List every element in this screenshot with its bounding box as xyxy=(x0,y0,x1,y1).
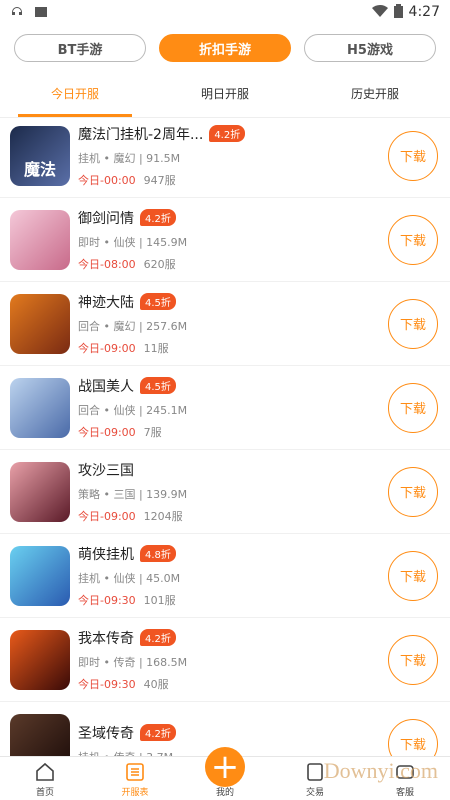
open-time: 今日-08:00 xyxy=(78,257,136,271)
list-item[interactable]: 御剑问情 4.2折即时 • 仙侠 | 145.9M 今日-08:00 620服 下载 xyxy=(0,198,450,282)
list-item[interactable]: 攻沙三国策略 • 三国 | 139.9M 今日-09:00 1204服 下载 xyxy=(0,450,450,534)
list-item[interactable]: 魔法 魔法门挂机-2周年... 4.2折挂机 • 魔幻 | 91.5M 今日-00:0… xyxy=(0,114,450,198)
headset-icon xyxy=(10,3,24,22)
open-time: 今日-09:00 xyxy=(78,425,136,439)
home-icon xyxy=(36,762,54,781)
list-item[interactable]: 战国美人 4.5折回合 • 仙侠 | 245.1M 今日-09:00 7服 下载 xyxy=(0,366,450,450)
discount-games-button[interactable]: 折扣手游 xyxy=(159,34,291,62)
status-time: 4:27 xyxy=(408,4,440,20)
game-info: 攻沙三国策略 • 三国 | 139.9M 今日-09:00 1204服 xyxy=(78,460,388,524)
game-icon[interactable] xyxy=(10,377,70,438)
game-icon[interactable] xyxy=(10,461,70,522)
server-number: 7服 xyxy=(143,425,162,439)
tabbar-home[interactable]: 首页 xyxy=(0,757,90,800)
download-button[interactable]: 下载 xyxy=(388,214,438,265)
game-meta: 挂机 • 仙侠 | 45.0M xyxy=(78,571,181,585)
game-name: 战国美人 xyxy=(78,378,134,395)
game-info: 神迹大陆 4.5折回合 • 魔幻 | 257.6M 今日-09:00 11服 xyxy=(78,292,388,356)
game-icon[interactable]: 魔法 xyxy=(10,125,70,186)
game-name: 神迹大陆 xyxy=(78,294,134,311)
discount-badge: 4.5折 xyxy=(140,377,176,394)
game-icon[interactable] xyxy=(10,293,70,354)
discount-badge: 4.2折 xyxy=(140,724,176,741)
list-item[interactable]: 萌侠挂机 4.8折挂机 • 仙侠 | 45.0M 今日-09:30 101服 下载 xyxy=(0,534,450,618)
game-info: 魔法门挂机-2周年... 4.2折挂机 • 魔幻 | 91.5M 今日-00:00 9… xyxy=(78,124,388,188)
wifi-icon xyxy=(371,3,388,22)
tab-history[interactable]: 历史开服 xyxy=(300,70,450,117)
status-bar: 4:27 xyxy=(0,0,450,24)
game-icon[interactable] xyxy=(10,713,70,756)
tabbar-service-label: 客服 xyxy=(395,788,414,798)
server-number: 620服 xyxy=(143,257,176,271)
game-icon[interactable] xyxy=(10,545,70,606)
game-name: 圣域传奇 xyxy=(78,725,134,742)
game-name: 我本传奇 xyxy=(78,630,134,647)
game-info: 战国美人 4.5折回合 • 仙侠 | 245.1M 今日-09:00 7服 xyxy=(78,376,388,440)
game-icon[interactable] xyxy=(10,209,70,270)
discount-badge: 4.2折 xyxy=(140,629,176,646)
tabbar-trade-label: 交易 xyxy=(305,788,324,798)
bt-games-button[interactable]: BT手游 xyxy=(14,34,146,62)
game-icon[interactable] xyxy=(10,629,70,690)
server-number: 101服 xyxy=(143,593,176,607)
game-meta: 即时 • 仙侠 | 145.9M xyxy=(78,235,188,249)
list-item[interactable]: 神迹大陆 4.5折回合 • 魔幻 | 257.6M 今日-09:00 11服 下载 xyxy=(0,282,450,366)
server-number: 947服 xyxy=(143,173,176,187)
game-info: 萌侠挂机 4.8折挂机 • 仙侠 | 45.0M 今日-09:30 101服 xyxy=(78,544,388,608)
list-icon xyxy=(126,763,144,781)
server-number: 11服 xyxy=(143,341,169,355)
game-meta: 回合 • 仙侠 | 245.1M xyxy=(78,403,188,417)
tab-today[interactable]: 今日开服 xyxy=(0,70,150,117)
trade-icon xyxy=(307,763,323,781)
tabbar-server-list[interactable]: 开服表 xyxy=(90,757,180,800)
download-button[interactable]: 下载 xyxy=(388,550,438,601)
tabbar-server-list-label: 开服表 xyxy=(121,788,149,798)
h5-games-button[interactable]: H5游戏 xyxy=(304,34,436,62)
download-button[interactable]: 下载 xyxy=(388,466,438,517)
download-button[interactable]: 下载 xyxy=(388,130,438,181)
watermark: Downyi.com xyxy=(323,758,438,783)
game-name: 魔法门挂机-2周年... xyxy=(78,126,204,143)
discount-badge: 4.8折 xyxy=(140,545,176,562)
game-info: 御剑问情 4.2折即时 • 仙侠 | 145.9M 今日-08:00 620服 xyxy=(78,208,388,272)
server-number: 40服 xyxy=(143,677,169,691)
game-meta: 即时 • 传奇 | 168.5M xyxy=(78,655,188,669)
game-icon-text: 魔法 xyxy=(23,159,56,179)
game-name: 攻沙三国 xyxy=(78,462,134,479)
open-time: 今日-09:00 xyxy=(78,341,136,355)
discount-badge: 4.5折 xyxy=(140,293,176,310)
open-time: 今日-09:30 xyxy=(78,593,136,607)
download-button[interactable]: 下载 xyxy=(388,634,438,685)
game-meta: 回合 • 魔幻 | 257.6M xyxy=(78,319,188,333)
server-number: 1204服 xyxy=(143,509,183,523)
server-tabs: 今日开服 明日开服 历史开服 xyxy=(0,70,450,118)
discount-badge: 4.2折 xyxy=(209,125,246,142)
battery-icon xyxy=(393,3,403,22)
list-item[interactable]: 我本传奇 4.2折即时 • 传奇 | 168.5M 今日-09:30 40服 下载 xyxy=(0,618,450,702)
game-list[interactable]: 魔法 魔法门挂机-2周年... 4.2折 挂机 • 魔幻 | 91.5M 今日-00:0… xyxy=(0,114,450,756)
category-segment: BT手游 折扣手游 H5游戏 xyxy=(0,24,450,62)
game-name: 萌侠挂机 xyxy=(78,546,134,563)
open-time: 今日-09:30 xyxy=(78,677,136,691)
game-meta: 策略 • 三国 | 139.9M xyxy=(78,487,188,501)
tab-tomorrow[interactable]: 明日开服 xyxy=(150,70,300,117)
tabbar-home-label: 首页 xyxy=(35,788,54,798)
discount-badge: 4.2折 xyxy=(140,209,176,226)
download-button[interactable]: 下载 xyxy=(388,382,438,433)
bag-icon xyxy=(34,3,48,22)
game-name: 御剑问情 xyxy=(78,210,134,227)
download-button[interactable]: 下载 xyxy=(388,718,438,756)
plus-icon[interactable]: + xyxy=(205,747,245,787)
game-info: 我本传奇 4.2折即时 • 传奇 | 168.5M 今日-09:30 40服 xyxy=(78,628,388,692)
open-time: 今日-09:00 xyxy=(78,509,136,523)
download-button[interactable]: 下载 xyxy=(388,298,438,349)
tabbar-mine[interactable]: + 我的 xyxy=(180,747,270,800)
open-time: 今日-00:00 xyxy=(78,173,136,187)
game-meta: 挂机 • 魔幻 | 91.5M xyxy=(78,151,181,165)
